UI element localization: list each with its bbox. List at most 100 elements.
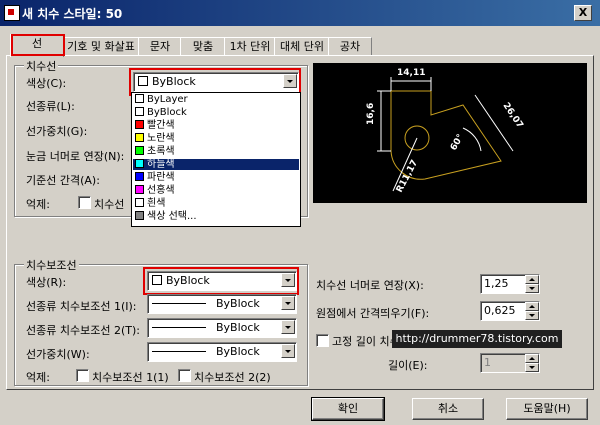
dropdown-item-label: 하늘색 (147, 159, 175, 170)
chevron-down-icon[interactable] (281, 344, 295, 358)
color-swatch-icon (135, 159, 144, 168)
cancel-button[interactable]: 취소 (412, 398, 484, 420)
color-picker-icon (135, 211, 144, 220)
preview-dim-radius: R11,17 (395, 158, 420, 194)
dimension-lines-group-label: 치수선 (24, 58, 59, 74)
offset-origin-label: 원점에서 간격띄우기(F): (316, 307, 430, 320)
tab-tolerances[interactable]: 공차 (328, 37, 372, 56)
watermark-url: http://drummer78.tistory.com (392, 330, 562, 348)
spin-down-icon[interactable] (525, 363, 539, 372)
dim-linetype-label: 선종류(L): (26, 100, 75, 113)
dim-extend-label: 눈금 너머로 연장(N): (26, 150, 125, 163)
spin-down-icon[interactable] (525, 311, 539, 320)
dropdown-item-white[interactable]: 흰색 (133, 198, 299, 209)
preview-dim-top: 14,11 (397, 68, 425, 78)
color-swatch-icon (135, 107, 144, 116)
dim-baseline-label: 기준선 간격(A): (26, 174, 100, 187)
offset-origin-spinner[interactable]: 0,625 (480, 301, 540, 321)
dropdown-item-byblock[interactable]: ByBlock (133, 107, 299, 118)
preview-dim-left: 16,6 (366, 103, 376, 125)
window-title: 새 치수 스타일: 50 (22, 7, 123, 21)
preview-dim-angle: 60° (449, 133, 466, 153)
ext-linetype2-label: 선종류 치수보조선 2(T): (26, 324, 140, 337)
dropdown-item-select-color[interactable]: 색상 선택... (133, 211, 299, 222)
dropdown-item-label: 빨간색 (147, 120, 175, 131)
preview-dim-right: 26,07 (501, 101, 525, 130)
line-sample-icon (152, 351, 206, 352)
extend-beyond-spinner[interactable]: 1,25 (480, 274, 540, 294)
ext-color-label: 색상(R): (26, 276, 67, 289)
color-swatch-icon (135, 133, 144, 142)
dim-color-label: 색상(C): (26, 77, 67, 90)
tab-fit[interactable]: 맞춤 (180, 37, 226, 56)
ext-suppress-label: 억제: (26, 371, 50, 384)
chevron-down-icon[interactable] (281, 320, 295, 334)
spin-up-icon[interactable] (525, 302, 539, 311)
ext-linetype2-value: ByBlock (216, 321, 260, 334)
color-swatch-icon (135, 185, 144, 194)
extension-lines-group-label: 치수보조선 (24, 257, 79, 273)
line-sample-icon (152, 327, 206, 328)
dropdown-item-blue[interactable]: 파란색 (133, 172, 299, 183)
length-spinner[interactable]: 1 (480, 353, 540, 373)
tab-highlight-box (11, 34, 65, 56)
spin-down-icon[interactable] (525, 284, 539, 293)
dropdown-item-label: 색상 선택... (147, 211, 197, 222)
dropdown-item-green[interactable]: 초록색 (133, 146, 299, 157)
dropdown-item-label: 파란색 (147, 172, 175, 183)
extend-beyond-value: 1,25 (484, 277, 509, 290)
fixed-length-checkbox[interactable] (316, 334, 329, 347)
close-button[interactable]: X (574, 5, 592, 21)
tab-symbols-arrows[interactable]: 기호 및 화살표 (62, 37, 140, 56)
dim-suppress-label: 억제: (26, 198, 50, 211)
color-swatch-icon (135, 120, 144, 129)
suppress-ext1-checkbox[interactable] (76, 369, 89, 382)
offset-origin-value: 0,625 (484, 304, 516, 317)
dropdown-item-magenta[interactable]: 선홍색 (133, 185, 299, 196)
ext-color-highlight-box (143, 267, 299, 295)
dropdown-item-label: 초록색 (147, 146, 175, 157)
suppress-ext2-checkbox[interactable] (178, 369, 191, 382)
suppress-ext1-label: 치수보조선 1(1) (92, 371, 169, 384)
tab-primary-units[interactable]: 1차 단위 (224, 37, 276, 56)
dropdown-item-bylayer[interactable]: ByLayer (133, 94, 299, 105)
color-swatch-icon (135, 198, 144, 207)
tab-text[interactable]: 문자 (138, 37, 182, 56)
spin-up-icon[interactable] (525, 354, 539, 363)
line-sample-icon (152, 303, 206, 304)
dropdown-item-red[interactable]: 빨간색 (133, 120, 299, 131)
ext-lineweight-label: 선가중치(W): (26, 348, 90, 361)
app-icon (4, 5, 20, 21)
ext-linetype2-combo[interactable]: ByBlock (147, 318, 297, 338)
ext-linetype1-combo[interactable]: ByBlock (147, 294, 297, 314)
preview-drawing: 14,11 16,6 26,07 60° R11,17 (366, 68, 525, 194)
preview-pane: 14,11 16,6 26,07 60° R11,17 (313, 63, 587, 203)
help-button[interactable]: 도움말(H) (506, 398, 588, 420)
ext-linetype1-value: ByBlock (216, 297, 260, 310)
suppress-ext2-label: 치수보조선 2(2) (194, 371, 271, 384)
color-swatch-icon (135, 146, 144, 155)
ext-lineweight-value: ByBlock (216, 345, 260, 358)
color-dropdown-list[interactable]: ByLayer ByBlock 빨간색 노란색 초록색 하늘색 파란색 선홍색 … (131, 92, 301, 227)
length-label: 길이(E): (388, 359, 428, 372)
dropdown-item-label: 선홍색 (147, 185, 175, 196)
length-value: 1 (484, 356, 491, 369)
dim-lineweight-label: 선가중치(G): (26, 125, 88, 138)
dropdown-item-yellow[interactable]: 노란색 (133, 133, 299, 144)
ext-lineweight-combo[interactable]: ByBlock (147, 342, 297, 362)
ok-button[interactable]: 확인 (311, 397, 385, 421)
spin-up-icon[interactable] (525, 275, 539, 284)
dropdown-item-cyan[interactable]: 하늘색 (133, 159, 299, 170)
dropdown-item-label: 노란색 (147, 133, 175, 144)
color-swatch-icon (135, 94, 144, 103)
suppress-dim1-label: 치수선 (94, 198, 125, 211)
extend-beyond-label: 치수선 너머로 연장(X): (316, 279, 424, 292)
suppress-dim1-checkbox[interactable] (78, 196, 91, 209)
dropdown-item-label: 흰색 (147, 198, 166, 209)
dropdown-item-label: ByLayer (147, 94, 188, 105)
dropdown-item-label: ByBlock (147, 107, 187, 118)
fixed-length-label: 고정 길이 치수보조선(O) (332, 335, 392, 348)
tab-alternate-units[interactable]: 대체 단위 (274, 37, 330, 56)
chevron-down-icon[interactable] (281, 296, 295, 310)
title-bar: 새 치수 스타일: 50 X (0, 0, 600, 26)
